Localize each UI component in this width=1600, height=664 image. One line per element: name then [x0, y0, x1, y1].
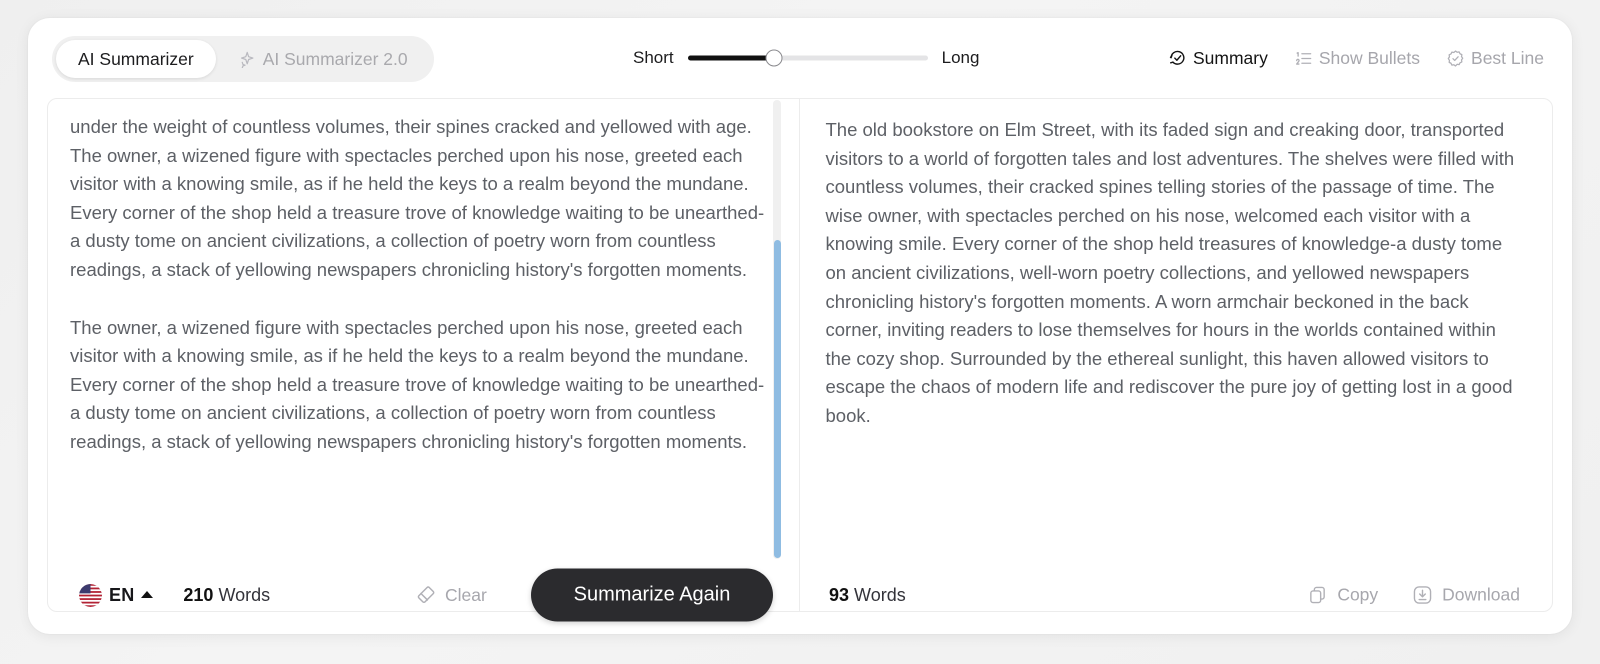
slider-max-label: Long: [941, 48, 980, 67]
tab-ai-summarizer-2[interactable]: AI Summarizer 2.0: [216, 40, 430, 78]
tab-ai-summarizer-label: AI Summarizer: [78, 48, 194, 69]
sparkle-icon: [238, 51, 255, 69]
input-word-count-value: 210: [183, 584, 214, 605]
mode-summary[interactable]: Summary: [1168, 48, 1268, 69]
input-scrollbar-thumb[interactable]: [774, 240, 781, 558]
slider-min-label: Short: [633, 48, 674, 67]
badge-check-icon: [1446, 49, 1465, 68]
input-footer: EN 210 Words Clear Summarize Again: [47, 560, 799, 630]
output-actions: Copy Download: [1307, 585, 1520, 606]
tab-ai-summarizer-2-label: AI Summarizer 2.0: [262, 48, 408, 69]
language-code: EN: [109, 584, 135, 605]
output-word-count: 93 Words: [829, 585, 906, 606]
chevron-up-icon: [141, 590, 154, 598]
us-flag-icon: [79, 583, 102, 607]
copy-label: Copy: [1337, 584, 1379, 605]
download-button[interactable]: Download: [1412, 585, 1520, 606]
copy-button[interactable]: Copy: [1307, 585, 1378, 606]
copy-icon: [1307, 585, 1328, 606]
numbered-list-icon: [1294, 49, 1313, 68]
length-slider-group: Short Long: [633, 40, 979, 76]
toolbar: AI Summarizer AI Summarizer 2.0 Short Lo…: [28, 18, 1572, 98]
eraser-icon: [414, 584, 436, 606]
output-word-count-value: 93: [829, 584, 850, 605]
slider-thumb[interactable]: [765, 49, 783, 67]
language-selector[interactable]: EN: [79, 583, 154, 607]
download-icon: [1412, 585, 1433, 606]
mode-tabs: AI Summarizer AI Summarizer 2.0: [52, 36, 434, 82]
download-label: Download: [1442, 584, 1520, 605]
output-mode-group: Summary Show Bullets Best Line: [1168, 40, 1544, 76]
tab-ai-summarizer[interactable]: AI Summarizer: [56, 40, 216, 78]
output-footer: 93 Words Copy Download: [799, 560, 1552, 630]
editor-panels: under the weight of countless volumes, t…: [47, 98, 1553, 612]
mode-show-bullets[interactable]: Show Bullets: [1294, 48, 1420, 69]
input-word-count: 210 Words: [183, 585, 270, 606]
output-panel[interactable]: The old bookstore on Elm Street, with it…: [800, 99, 1553, 611]
mode-best-line[interactable]: Best Line: [1446, 48, 1544, 69]
history-check-icon: [1168, 49, 1187, 68]
mode-summary-label: Summary: [1192, 47, 1268, 68]
slider-fill: [687, 55, 775, 61]
mode-show-bullets-label: Show Bullets: [1318, 47, 1421, 68]
input-text[interactable]: under the weight of countless volumes, t…: [48, 99, 799, 467]
mode-best-line-label: Best Line: [1471, 47, 1544, 68]
clear-label: Clear: [445, 584, 487, 605]
summarizer-card: AI Summarizer AI Summarizer 2.0 Short Lo…: [28, 18, 1572, 634]
output-text: The old bookstore on Elm Street, with it…: [825, 119, 1515, 426]
input-paragraph-2: The owner, a wizened figure with spectac…: [70, 316, 765, 452]
summarize-again-button[interactable]: Summarize Again: [531, 568, 773, 622]
app-root: AI Summarizer AI Summarizer 2.0 Short Lo…: [0, 0, 1600, 664]
clear-button[interactable]: Clear: [414, 584, 487, 606]
input-paragraph-1: under the weight of countless volumes, t…: [70, 116, 765, 280]
input-word-count-label: Words: [218, 584, 271, 605]
length-slider[interactable]: [687, 49, 928, 67]
input-panel[interactable]: under the weight of countless volumes, t…: [48, 99, 800, 611]
output-word-count-label: Words: [854, 584, 906, 605]
